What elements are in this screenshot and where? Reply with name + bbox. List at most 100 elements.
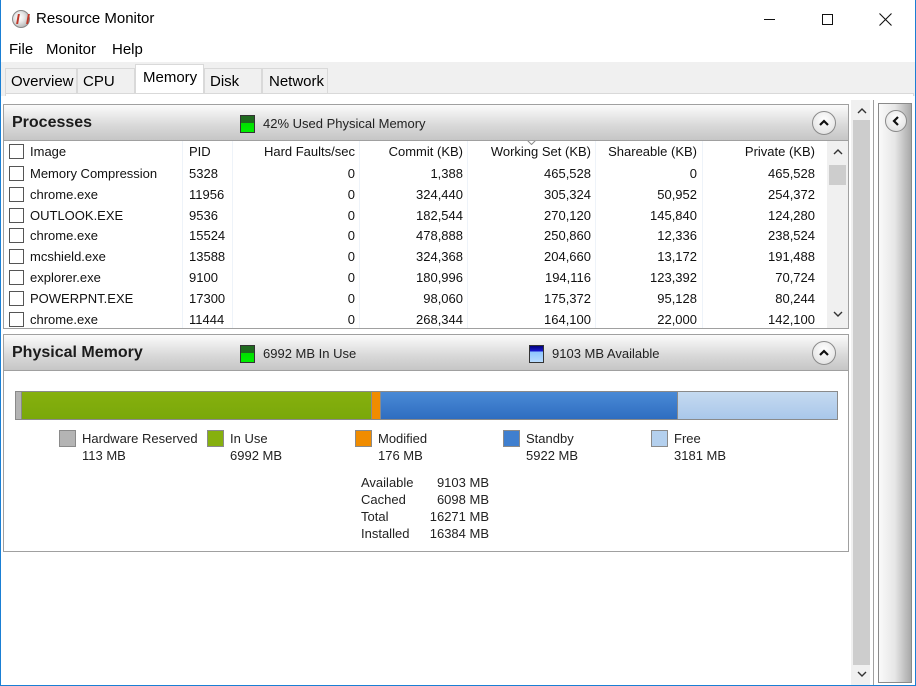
- physical-memory-panel-header[interactable]: Physical Memory 6992 MB In Use 9103 MB A…: [3, 334, 849, 371]
- scroll-up-button[interactable]: [827, 143, 848, 161]
- process-checkbox[interactable]: [9, 228, 24, 244]
- chevron-down-icon: [833, 311, 842, 317]
- cell-commit: 268,344: [416, 311, 463, 327]
- cell-private: 191,488: [768, 249, 815, 265]
- minimize-button[interactable]: [746, 0, 792, 38]
- cell-shareable: 12,336: [657, 228, 697, 244]
- legend-value: 113 MB: [82, 448, 126, 463]
- cell-hard-faults: 0: [347, 166, 355, 181]
- column-header-working-set[interactable]: Working Set (KB): [491, 141, 591, 162]
- stat-label: Installed: [361, 526, 410, 541]
- maximize-icon: [821, 13, 833, 25]
- resource-monitor-app-icon: [12, 10, 30, 28]
- tab-overview[interactable]: Overview: [5, 68, 77, 94]
- menu-file[interactable]: File: [9, 41, 33, 58]
- processes-collapse-button[interactable]: [812, 111, 836, 135]
- scroll-thumb[interactable]: [829, 165, 846, 185]
- cell-working-set: 175,372: [544, 290, 591, 306]
- main-scroll-thumb[interactable]: [853, 120, 870, 665]
- cell-working-set: 204,660: [544, 249, 591, 265]
- cell-shareable: 22,000: [657, 311, 697, 327]
- physical-memory-collapse-button[interactable]: [812, 341, 836, 365]
- column-header-shareable[interactable]: Shareable (KB): [608, 141, 697, 162]
- cell-shareable: 95,128: [657, 290, 697, 306]
- chevron-up-icon: [819, 349, 829, 356]
- process-row[interactable]: chrome.exe 11956 0 324,440 305,324 50,952 254,…: [4, 184, 827, 205]
- cell-working-set: 270,120: [544, 207, 591, 223]
- process-checkbox[interactable]: [9, 270, 24, 285]
- available-meter-icon: [529, 345, 544, 363]
- legend-swatch: [59, 430, 76, 447]
- stat-value: 9103 MB: [436, 475, 489, 490]
- tab-cpu[interactable]: CPU: [77, 68, 135, 94]
- legend-label: Standby: [526, 431, 574, 446]
- select-all-checkbox[interactable]: [9, 144, 24, 159]
- main-scroll-up-button[interactable]: [851, 102, 872, 120]
- process-checkbox[interactable]: [9, 166, 24, 181]
- cell-image: mcshield.exe: [30, 249, 106, 265]
- cell-image: explorer.exe: [30, 270, 101, 285]
- processes-table: Image PID Hard Faults/sec Commit (KB) Wo…: [3, 141, 849, 329]
- menu-help[interactable]: Help: [112, 41, 143, 58]
- cell-private: 70,724: [775, 270, 815, 285]
- chevron-up-icon: [819, 119, 829, 126]
- close-icon: [878, 12, 892, 26]
- process-checkbox[interactable]: [9, 249, 24, 265]
- tab-memory[interactable]: Memory: [135, 64, 204, 94]
- process-checkbox[interactable]: [9, 186, 24, 202]
- title-bar: Resource Monitor: [1, 0, 915, 38]
- main-scroll-down-button[interactable]: [851, 665, 872, 683]
- cell-image: chrome.exe: [30, 228, 98, 244]
- column-header-commit[interactable]: Commit (KB): [389, 141, 463, 162]
- cell-pid: 13588: [189, 249, 226, 265]
- cell-private: 238,524: [768, 228, 815, 244]
- scroll-down-button[interactable]: [827, 305, 848, 323]
- column-header-image[interactable]: Image: [30, 141, 66, 162]
- process-row[interactable]: mcshield.exe 13588 0 324,368 204,660 13,172 19…: [4, 246, 827, 267]
- process-row[interactable]: chrome.exe 15524 0 478,888 250,860 12,336 238,…: [4, 225, 827, 246]
- expand-graphs-button[interactable]: [885, 110, 907, 132]
- sort-descending-icon: [527, 141, 536, 145]
- cell-commit: 324,368: [416, 249, 463, 265]
- legend-swatch: [355, 430, 372, 447]
- tab-network[interactable]: Network: [262, 68, 328, 94]
- available-text: 9103 MB Available: [552, 346, 660, 361]
- processes-scrollbar[interactable]: [827, 141, 848, 328]
- chevron-left-icon: [892, 116, 899, 126]
- process-checkbox[interactable]: [9, 290, 24, 306]
- minimize-icon: [763, 18, 775, 20]
- cell-commit: 182,544: [416, 207, 463, 223]
- menu-monitor[interactable]: Monitor: [46, 41, 96, 58]
- process-row[interactable]: chrome.exe 11444 0 268,344 164,100 22,000 142,…: [4, 309, 827, 328]
- cell-hard-faults: 0: [347, 228, 355, 244]
- process-checkbox[interactable]: [9, 311, 24, 327]
- table-header-row: Image PID Hard Faults/sec Commit (KB) Wo…: [4, 141, 827, 162]
- close-button[interactable]: [862, 0, 908, 38]
- main-scrollbar[interactable]: [850, 100, 870, 685]
- physical-memory-body: Hardware Reserved 113 MB In Use 6992 MB Modi…: [3, 371, 849, 552]
- cell-hard-faults: 0: [347, 207, 355, 223]
- process-row[interactable]: OUTLOOK.EXE 9536 0 182,544 270,120 145,840 124…: [4, 205, 827, 226]
- cell-hard-faults: 0: [347, 186, 355, 202]
- column-header-pid[interactable]: PID: [189, 141, 211, 162]
- cell-pid: 11956: [189, 186, 225, 202]
- legend-value: 176 MB: [378, 448, 423, 463]
- column-header-hard-faults[interactable]: Hard Faults/sec: [264, 141, 355, 162]
- process-row[interactable]: POWERPNT.EXE 17300 0 98,060 175,372 95,128 80,…: [4, 288, 827, 309]
- cell-commit: 324,440: [416, 186, 463, 202]
- legend-value: 3181 MB: [674, 448, 727, 463]
- cell-private: 80,244: [775, 290, 815, 306]
- processes-panel-title: Processes: [12, 114, 93, 131]
- process-row[interactable]: Memory Compression 5328 0 1,388 465,528 0 465,…: [4, 163, 827, 184]
- cell-working-set: 305,324: [544, 186, 591, 202]
- process-checkbox[interactable]: [9, 207, 24, 223]
- column-header-private[interactable]: Private (KB): [745, 141, 815, 162]
- legend-label: Free: [674, 431, 701, 446]
- cell-commit: 478,888: [416, 228, 463, 244]
- maximize-button[interactable]: [804, 0, 850, 38]
- processes-panel-header[interactable]: Processes 42% Used Physical Memory: [3, 104, 849, 141]
- tab-disk[interactable]: Disk: [204, 68, 262, 94]
- cell-commit: 98,060: [423, 290, 463, 306]
- process-row[interactable]: explorer.exe 9100 0 180,996 194,116 123,392 70…: [4, 267, 827, 288]
- used-physical-memory-text: 42% Used Physical Memory: [263, 116, 426, 131]
